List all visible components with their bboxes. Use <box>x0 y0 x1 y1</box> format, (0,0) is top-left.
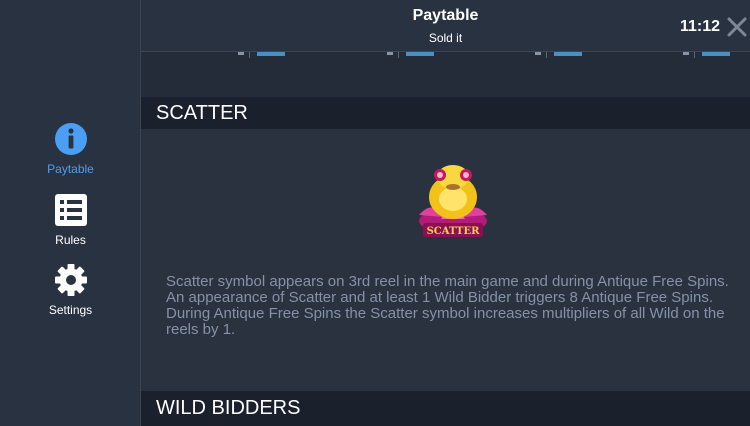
scatter-symbol-icon: SCATTER <box>413 159 493 241</box>
section-body-scatter: SCATTER Scatter symbol appears on 3rd re… <box>141 129 750 391</box>
scatter-symbol-label: SCATTER <box>427 226 481 237</box>
scatter-description: Scatter symbol appears on 3rd reel in th… <box>166 274 746 338</box>
description-line: During Antique Free Spins the Scatter sy… <box>166 305 725 338</box>
paytable-screen: Paytable Rules Settings Paytable Sold it… <box>0 0 750 426</box>
header: Paytable Sold it 11:12 <box>141 0 750 52</box>
close-icon <box>727 17 747 37</box>
section-header-wild-bidders: WILD BIDDERS <box>141 391 750 426</box>
list-icon <box>54 193 88 227</box>
paytable-content[interactable]: SCATTER SCATTER Scatter symbol appears o… <box>141 52 750 426</box>
description-line: An appearance of Scatter and at least 1 … <box>166 289 713 306</box>
sidebar-item-label: Paytable <box>47 162 94 176</box>
clock: 11:12 <box>679 18 720 35</box>
sidebar: Paytable Rules Settings <box>0 0 141 426</box>
sidebar-item-settings[interactable]: Settings <box>0 263 141 317</box>
sidebar-item-label: Settings <box>48 303 93 317</box>
page-subtitle: Sold it <box>428 31 463 45</box>
section-title: SCATTER <box>156 102 248 124</box>
description-line: Scatter symbol appears on 3rd reel in th… <box>166 273 729 290</box>
close-button[interactable] <box>726 16 748 38</box>
gear-icon <box>54 263 88 297</box>
sidebar-item-label: Rules <box>55 233 86 247</box>
previous-payout-row <box>141 52 750 97</box>
section-header-scatter: SCATTER <box>141 97 750 129</box>
clipped-payout-fragments <box>238 52 730 58</box>
sidebar-item-paytable[interactable]: Paytable <box>0 122 141 176</box>
info-icon <box>54 122 88 156</box>
page-title: Paytable <box>412 7 479 24</box>
sidebar-item-rules[interactable]: Rules <box>0 193 141 247</box>
section-title: WILD BIDDERS <box>156 397 301 419</box>
